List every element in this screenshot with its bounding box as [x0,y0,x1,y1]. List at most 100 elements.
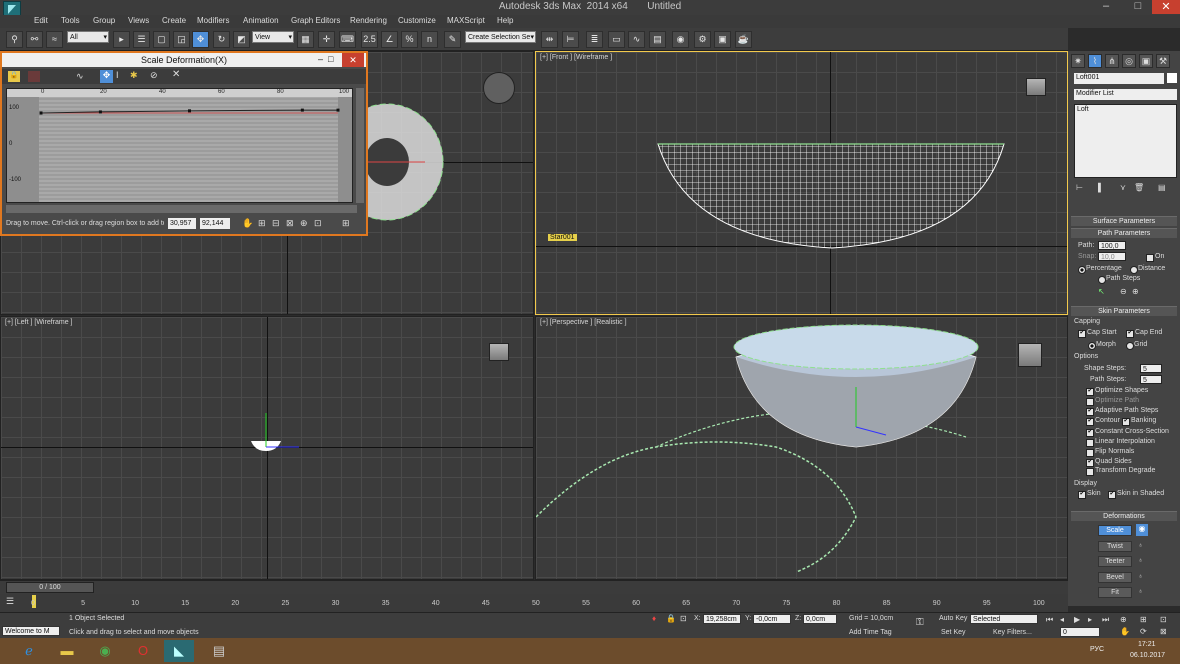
display-x-icon[interactable] [28,71,40,82]
show-end-result-icon[interactable]: ▌ [1098,183,1104,192]
select-rotate-icon[interactable]: ↻ [213,31,230,48]
menu-modifiers[interactable]: Modifiers [197,16,229,25]
control-point[interactable] [336,108,340,112]
lock-icon[interactable]: 🔒 [8,71,20,82]
linear-interpolation-checkbox[interactable]: Linear Interpolation [1086,438,1155,447]
pivot-center-icon[interactable]: ▦ [297,31,314,48]
rendered-frame-icon[interactable]: ▣ [714,31,731,48]
modifier-stack[interactable]: Loft [1074,104,1177,178]
goto-start-icon[interactable]: ⏮ [1046,615,1053,625]
flip-normals-checkbox[interactable]: Flip Normals [1086,448,1134,457]
zoom-extents-all-icon[interactable]: ⊡ [1160,615,1167,624]
isolate-icon[interactable]: ♦ [652,614,656,623]
make-unique-icon[interactable]: ⋎ [1120,183,1126,192]
deformation-graph[interactable]: 0 20 40 60 80 100 100 0 -100 [6,88,353,203]
select-move-icon[interactable]: ✥ [192,31,209,48]
mini-curve-editor-icon[interactable]: ☰ [6,596,14,607]
menu-create[interactable]: Create [162,16,186,25]
ie-icon[interactable]: ℯ [14,640,44,662]
curve-editor-icon[interactable]: ∿ [628,31,645,48]
time-slider[interactable]: 0 / 100 [0,580,1068,594]
viewport-perspective[interactable]: [+] [Perspective ] [Realistic ] [535,316,1068,580]
scale-control-point-icon[interactable]: I [116,70,119,80]
select-link-icon[interactable]: ⚲ [6,31,23,48]
keyboard-shortcut-icon[interactable]: ⌨ [339,31,356,48]
select-manipulate-icon[interactable]: ✛ [318,31,335,48]
deform-scale-button[interactable]: Scale [1098,525,1132,536]
next-shape-icon[interactable]: ⊕ [1132,287,1139,296]
rect-selection-icon[interactable]: ▢ [153,31,170,48]
grid-radio[interactable]: Grid [1126,341,1147,350]
close-icon[interactable]: ✕ [342,53,364,67]
zoom-window-icon[interactable]: ⊞ [342,218,350,229]
menu-animation[interactable]: Animation [243,16,279,25]
snap-on-checkbox[interactable]: On [1146,253,1164,262]
scale-deformation-window[interactable]: Scale Deformation(X) – □ ✕ 🔒 ∿ ✥ I ✱ ⊘ ✕… [0,51,368,236]
menu-customize[interactable]: Customize [398,16,436,25]
delete-control-point-icon[interactable]: ⊘ [150,70,158,81]
auto-key-button[interactable]: Auto Key [939,615,967,622]
hierarchy-tab-icon[interactable]: ⋔ [1105,54,1119,68]
coord-y-field[interactable]: 92,144 [200,218,230,229]
z-coordinate-field[interactable]: 0,0cm [803,614,837,624]
align-icon[interactable]: ⊨ [562,31,579,48]
viewport-left[interactable]: [+] [Left ] [Wireframe ] [0,316,534,580]
maximize-viewport-icon[interactable]: ⊠ [1160,627,1167,636]
pan-icon[interactable]: ✋ [242,218,253,229]
skin-in-shaded-checkbox[interactable]: Skin in Shaded [1108,490,1164,499]
swap-curves-icon[interactable]: ∿ [76,71,88,82]
y-coordinate-field[interactable]: -0,0cm [753,614,791,624]
selection-lock-icon[interactable]: 🔒 [666,614,676,623]
pick-shape-icon[interactable]: ↖ [1098,287,1105,296]
display-tab-icon[interactable]: ▣ [1139,54,1153,68]
teeter-toggle-icon[interactable]: ♁ [1138,557,1143,564]
insert-corner-point-icon[interactable]: ✱ [130,70,138,81]
snaps-toggle-icon[interactable]: 2.5 [361,31,378,48]
notepad-icon[interactable]: ▤ [204,640,234,662]
deform-twist-button[interactable]: Twist [1098,541,1132,552]
play-icon[interactable]: ▶ [1074,615,1080,624]
render-setup-icon[interactable]: ⚙ [694,31,711,48]
move-control-point-icon[interactable]: ✥ [100,70,113,83]
track-bar[interactable]: ☰ 0 5 10 15 20 25 30 35 40 45 50 55 60 65 70 75 80 85 90 95… [0,594,1068,612]
morph-radio[interactable]: Morph [1088,341,1116,350]
snap-spinner[interactable]: 10,0 [1098,252,1126,261]
menu-rendering[interactable]: Rendering [350,16,387,25]
stack-item-loft[interactable]: Loft [1077,106,1089,113]
viewcube-icon[interactable] [1026,78,1046,96]
language-indicator[interactable]: РУС [1090,646,1104,653]
bind-space-warp-icon[interactable]: ≈ [46,31,63,48]
distance-radio[interactable]: Distance [1130,265,1165,274]
control-point[interactable] [300,108,304,112]
motion-tab-icon[interactable]: ◎ [1122,54,1136,68]
prev-shape-icon[interactable]: ⊖ [1120,287,1127,296]
select-scale-icon[interactable]: ◩ [233,31,250,48]
absolute-mode-icon[interactable]: ⊡ [680,614,687,623]
select-by-name-icon[interactable]: ☰ [133,31,150,48]
percent-snap-icon[interactable]: % [401,31,418,48]
viewcube-icon[interactable] [489,343,509,361]
adaptive-path-steps-checkbox[interactable]: Adaptive Path Steps [1086,407,1158,416]
add-time-tag[interactable]: Add Time Tag [849,629,892,636]
explorer-icon[interactable]: ▬ [52,640,82,662]
menu-graph-editors[interactable]: Graph Editors [291,16,340,25]
bevel-toggle-icon[interactable]: ♁ [1138,573,1143,580]
viewport-label[interactable]: [+] [Front ] [Wireframe ] [540,54,612,61]
key-icon[interactable]: ⚿ [916,617,924,628]
angle-snap-icon[interactable]: ∠ [381,31,398,48]
time-slider-thumb[interactable]: 0 / 100 [6,582,94,593]
menu-edit[interactable]: Edit [34,16,48,25]
control-point[interactable] [98,110,102,114]
deform-bevel-button[interactable]: Bevel [1098,572,1132,583]
path-steps-spinner[interactable]: 5 [1140,375,1162,384]
chrome-icon[interactable]: ◉ [90,640,120,662]
shape-steps-spinner[interactable]: 5 [1140,364,1162,373]
opera-icon[interactable]: O [128,640,158,662]
reset-curve-icon[interactable]: ✕ [172,69,180,80]
deformation-curve-area[interactable] [7,97,353,203]
menu-tools[interactable]: Tools [61,16,80,25]
create-tab-icon[interactable]: ✷ [1071,54,1085,68]
x-coordinate-field[interactable]: 19,258cm [703,614,741,624]
pin-stack-icon[interactable]: ⊢ [1076,183,1083,192]
quad-sides-checkbox[interactable]: Quad Sides [1086,458,1132,467]
